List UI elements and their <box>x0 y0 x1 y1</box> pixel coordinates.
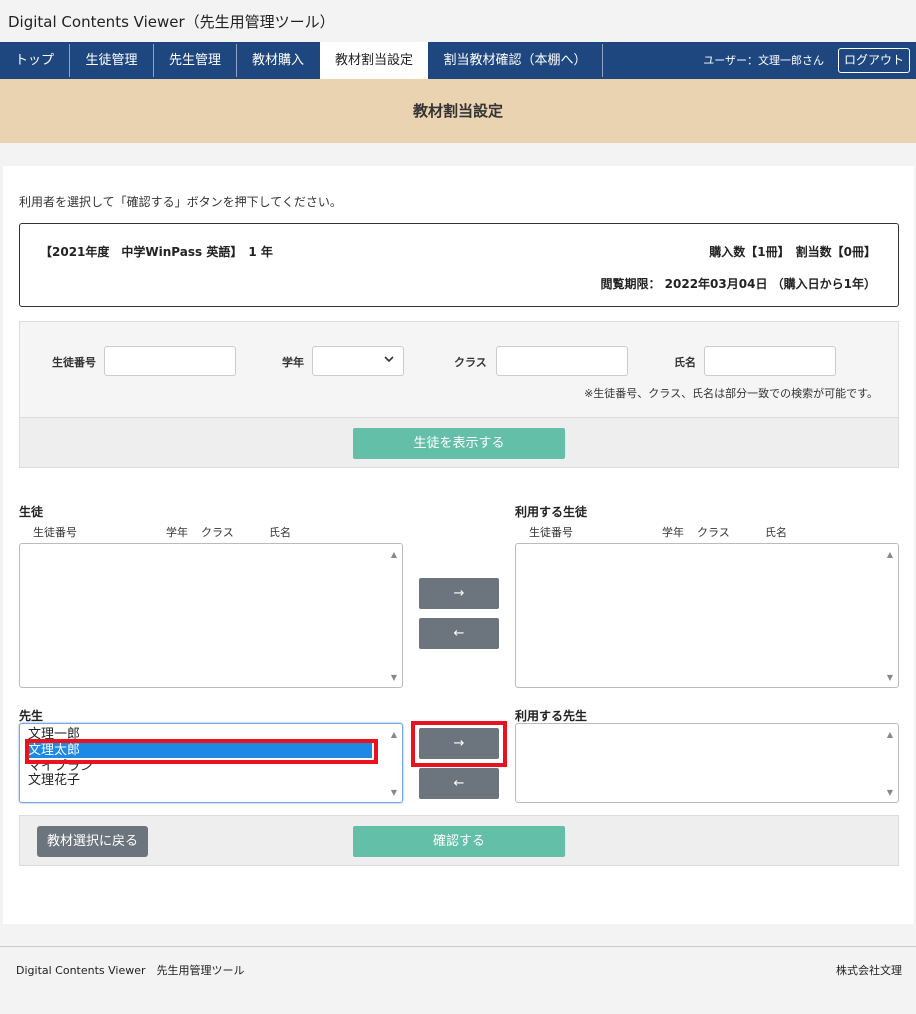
scroll-down-icon[interactable]: ▼ <box>391 788 397 797</box>
add-teacher-highlight <box>411 721 507 767</box>
nav-teacher-management[interactable]: 先生管理 <box>154 42 236 79</box>
grade-label: 学年 <box>282 356 304 369</box>
using-students-listbox[interactable]: ▲ ▼ <box>515 543 899 688</box>
students-col-grade: 学年 <box>166 526 188 539</box>
student-no-input[interactable] <box>104 346 236 376</box>
show-students-button[interactable]: 生徒を表示する <box>353 428 565 459</box>
instruction-text: 利用者を選択して「確認する」ボタンを押下してください。 <box>19 195 342 209</box>
name-input[interactable] <box>704 346 836 376</box>
students-col-name: 氏名 <box>269 526 291 539</box>
nav-assigned-material-check[interactable]: 割当教材確認（本棚へ） <box>429 42 601 79</box>
app-title: Digital Contents Viewer（先生用管理ツール） <box>0 0 916 42</box>
teacher-option[interactable]: 文理花子 <box>28 773 80 788</box>
students-section-label: 生徒 <box>19 505 44 519</box>
user-label: ユーザー：文理一郎さん <box>703 54 824 67</box>
using-students-col-grade: 学年 <box>662 526 684 539</box>
remove-student-button[interactable]: ← <box>419 618 499 649</box>
page-title: 教材割当設定 <box>0 79 916 143</box>
purchase-assign-counts: 購入数【1冊】 割当数【0冊】 <box>709 245 876 259</box>
nav-material-assignment[interactable]: 教材割当設定 <box>320 42 428 79</box>
add-student-button[interactable]: → <box>419 578 499 609</box>
selected-teacher-highlight <box>25 739 378 764</box>
students-col-class: クラス <box>201 526 234 539</box>
class-input[interactable] <box>496 346 628 376</box>
nav-divider <box>602 44 603 77</box>
confirm-button[interactable]: 確認する <box>353 826 565 857</box>
grade-select[interactable] <box>312 346 404 376</box>
student-no-label: 生徒番号 <box>52 356 96 369</box>
using-students-section-label: 利用する生徒 <box>515 505 588 519</box>
footer-app-name: Digital Contents Viewer 先生用管理ツール <box>16 964 245 977</box>
nav-top[interactable]: トップ <box>0 42 69 79</box>
scroll-down-icon[interactable]: ▼ <box>887 788 893 797</box>
scroll-down-icon[interactable]: ▼ <box>887 673 893 682</box>
search-footer: 生徒を表示する <box>20 417 898 467</box>
scroll-up-icon[interactable]: ▲ <box>391 730 397 739</box>
chevron-down-icon <box>383 353 395 368</box>
action-bar: 教材選択に戻る 確認する <box>19 815 899 866</box>
name-label: 氏名 <box>674 356 696 369</box>
students-listbox[interactable]: ▲ ▼ <box>19 543 403 688</box>
scroll-up-icon[interactable]: ▲ <box>887 730 893 739</box>
using-students-col-class: クラス <box>697 526 730 539</box>
footer-divider <box>0 946 916 947</box>
scroll-down-icon[interactable]: ▼ <box>391 673 397 682</box>
scroll-up-icon[interactable]: ▲ <box>391 550 397 559</box>
back-to-material-button[interactable]: 教材選択に戻る <box>37 826 148 857</box>
search-note: ※生徒番号、クラス、氏名は部分一致での検索が可能です。 <box>584 387 878 400</box>
material-title: 【2021年度 中学WinPass 英語】 1 年 <box>40 245 273 259</box>
search-panel: 生徒番号 学年 クラス 氏名 ※生徒番号、クラス、氏名は部分一致での検索が可能で… <box>19 321 899 468</box>
logout-button[interactable]: ログアウト <box>838 48 910 73</box>
remove-teacher-button[interactable]: ← <box>419 768 499 799</box>
viewing-period: 閲覧期限： 2022年03月04日 （購入日から1年） <box>600 277 876 291</box>
teachers-section-label: 先生 <box>19 709 44 723</box>
using-students-col-number: 生徒番号 <box>529 526 573 539</box>
nav-student-management[interactable]: 生徒管理 <box>70 42 153 79</box>
using-students-col-name: 氏名 <box>765 526 787 539</box>
students-col-number: 生徒番号 <box>33 526 77 539</box>
using-teachers-section-label: 利用する先生 <box>515 709 588 723</box>
nav-material-purchase[interactable]: 教材購入 <box>237 42 319 79</box>
footer-company: 株式会社文理 <box>836 964 902 977</box>
class-label: クラス <box>454 356 487 369</box>
material-info-box: 【2021年度 中学WinPass 英語】 1 年 購入数【1冊】 割当数【0冊… <box>19 223 899 307</box>
scroll-up-icon[interactable]: ▲ <box>887 550 893 559</box>
using-teachers-listbox[interactable]: ▲ ▼ <box>515 723 899 803</box>
main-navbar: トップ 生徒管理 先生管理 教材購入 教材割当設定 割当教材確認（本棚へ） ユー… <box>0 42 916 79</box>
